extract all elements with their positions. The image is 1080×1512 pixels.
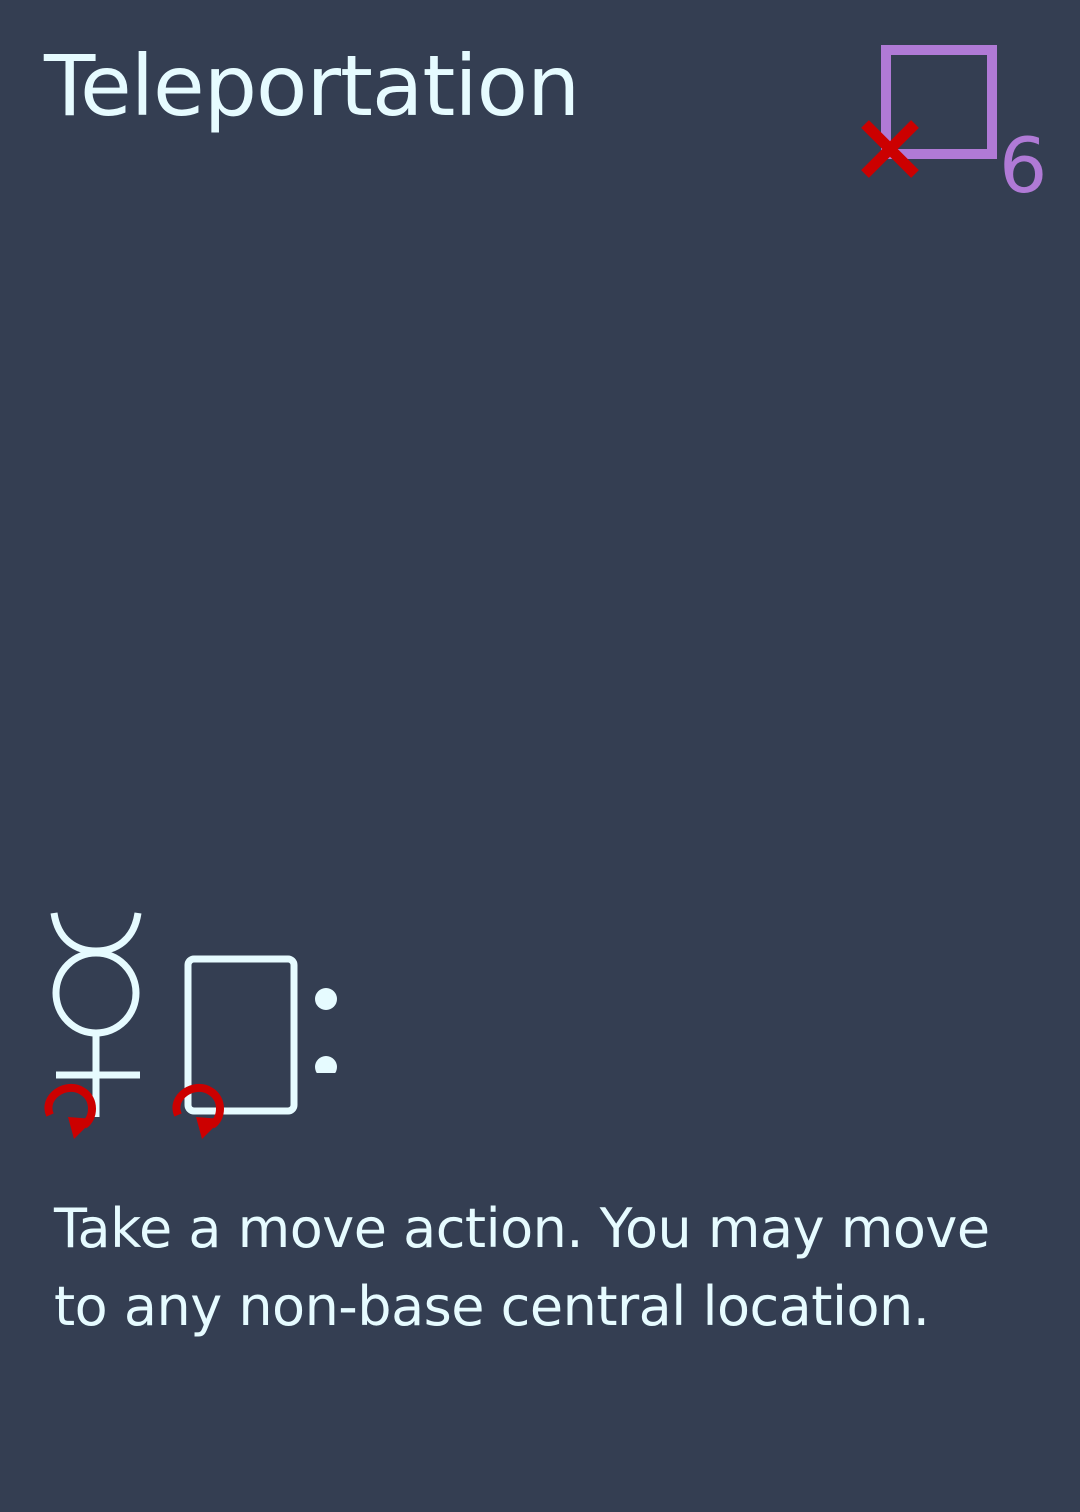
cost-value: 6 — [999, 121, 1048, 210]
cost-badge: 6 — [855, 40, 1055, 210]
action-icon-row — [36, 905, 366, 1145]
card-rules-text: Take a move action. You may move to any … — [54, 1197, 990, 1338]
card-title: Teleportation — [44, 37, 580, 135]
red-rotate-arrow-icon — [44, 1083, 96, 1139]
colon-icon — [315, 988, 337, 1073]
red-rotate-arrow-icon — [172, 1083, 224, 1139]
